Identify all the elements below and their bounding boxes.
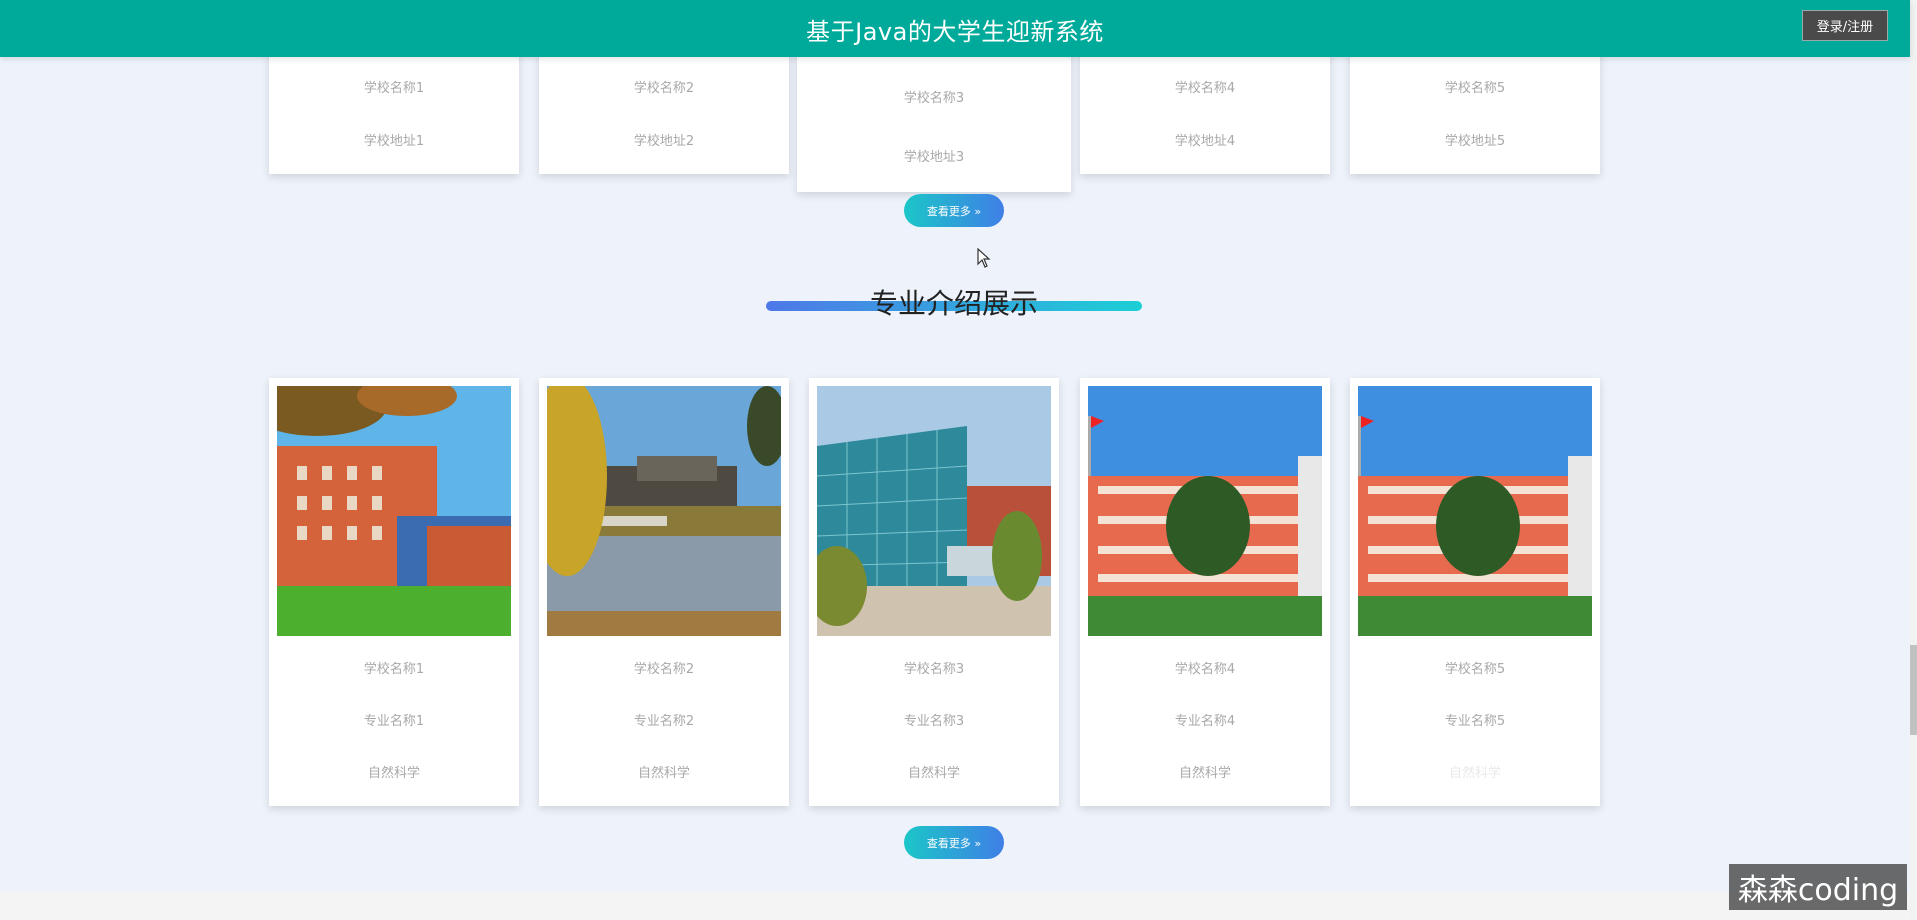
major-category: 自然科学 (1178, 766, 1231, 781)
major-card[interactable]: 学校名称3 专业名称3 自然科学 (809, 378, 1059, 806)
page-scrollbar[interactable] (1910, 0, 1917, 920)
major-card[interactable]: 学校名称5 专业名称5 自然科学 (1350, 378, 1600, 806)
school-address: 学校地址4 (1174, 134, 1236, 149)
school-card-hovered[interactable]: 学校名称3 学校地址3 (797, 40, 1071, 192)
school-name: 学校名称3 (903, 91, 965, 106)
major-card[interactable]: 学校名称4 专业名称4 自然科学 (1080, 378, 1330, 806)
major-school-name: 学校名称1 (363, 662, 425, 677)
school-card[interactable]: 学校名称2 学校地址2 (539, 48, 789, 174)
major-photo (1088, 386, 1322, 636)
major-photo (1358, 386, 1592, 636)
school-address: 学校地址1 (363, 134, 425, 149)
major-name: 专业名称1 (363, 714, 425, 729)
school-address: 学校地址2 (633, 134, 695, 149)
major-name: 专业名称4 (1174, 714, 1236, 729)
school-card[interactable]: 学校名称1 学校地址1 (269, 48, 519, 174)
campus-image (1358, 386, 1592, 636)
login-register-button[interactable]: 登录/注册 (1802, 10, 1888, 41)
major-name: 专业名称5 (1444, 714, 1506, 729)
schools-view-more-button[interactable]: 查看更多 » (904, 194, 1004, 227)
major-school-name: 学校名称2 (633, 662, 695, 677)
scrollbar-thumb[interactable] (1910, 645, 1917, 735)
mouse-pointer-icon (977, 248, 991, 268)
major-category: 自然科学 (1448, 766, 1501, 781)
school-name: 学校名称5 (1444, 81, 1506, 96)
major-photo (277, 386, 511, 636)
school-address: 学校地址3 (903, 150, 965, 165)
school-name: 学校名称1 (363, 81, 425, 96)
major-card[interactable]: 学校名称2 专业名称2 自然科学 (539, 378, 789, 806)
majors-view-more-button[interactable]: 查看更多 » (904, 826, 1004, 859)
major-photo (547, 386, 781, 636)
majors-section-title: 专业介绍展示 (869, 287, 1038, 320)
major-name: 专业名称3 (903, 714, 965, 729)
school-name: 学校名称2 (633, 81, 695, 96)
major-category: 自然科学 (907, 766, 960, 781)
video-watermark: 森森coding (1729, 864, 1907, 910)
major-name: 专业名称2 (633, 714, 695, 729)
school-card[interactable]: 学校名称5 学校地址5 (1350, 48, 1600, 174)
top-header: 基于Java的大学生迎新系统 登录/注册 (0, 0, 1910, 57)
school-name: 学校名称4 (1174, 81, 1236, 96)
major-card[interactable]: 学校名称1 专业名称1 自然科学 (269, 378, 519, 806)
site-title: 基于Java的大学生迎新系统 (806, 18, 1104, 46)
major-school-name: 学校名称4 (1174, 662, 1236, 677)
campus-image (817, 386, 1051, 636)
major-category: 自然科学 (367, 766, 420, 781)
major-school-name: 学校名称5 (1444, 662, 1506, 677)
page-footer-edge (0, 892, 1910, 920)
major-category: 自然科学 (637, 766, 690, 781)
campus-image (547, 386, 781, 636)
campus-image (1088, 386, 1322, 636)
school-card[interactable]: 学校名称4 学校地址4 (1080, 48, 1330, 174)
campus-image (277, 386, 511, 636)
major-photo (817, 386, 1051, 636)
school-address: 学校地址5 (1444, 134, 1506, 149)
major-school-name: 学校名称3 (903, 662, 965, 677)
